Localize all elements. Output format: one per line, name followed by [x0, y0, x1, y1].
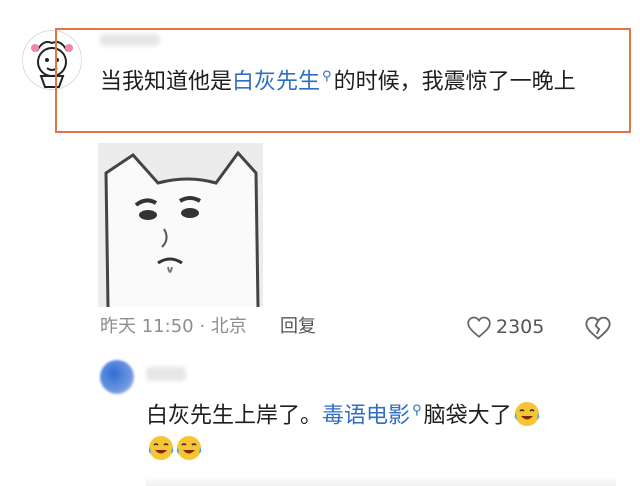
cat-sticker-image[interactable]: [98, 143, 263, 308]
reply-username-blurred[interactable]: [146, 367, 186, 381]
laughing-crying-emoji: [148, 436, 174, 461]
topic-link[interactable]: 白灰先生: [232, 69, 320, 94]
comment-time-location: 昨天 11:50 · 北京: [100, 316, 247, 337]
reply-text-after: 脑袋大了: [423, 403, 512, 429]
reply-text: 白灰先生上岸了。毒语电影 ⚲脑袋大了: [146, 394, 616, 467]
search-icon[interactable]: ⚲: [322, 58, 332, 96]
like-count: 2305: [496, 316, 545, 338]
next-row-cutoff: [146, 476, 616, 486]
search-icon[interactable]: ⚲: [412, 394, 422, 428]
laughing-crying-emoji: [514, 402, 539, 427]
reply-topic-link[interactable]: 毒语电影: [322, 403, 410, 428]
laughing-crying-emoji: [176, 436, 202, 461]
cat-face-icon: [98, 143, 263, 308]
reply-avatar[interactable]: [100, 360, 134, 394]
reply-button[interactable]: 回复: [280, 314, 316, 340]
comment-text-after: 的时候，我震惊了一晚上: [333, 69, 576, 95]
heart-outline-icon[interactable]: [466, 314, 492, 340]
reply-text-before: 白灰先生上岸了。: [146, 403, 323, 429]
comment-text-before: 当我知道他是: [100, 69, 233, 95]
broken-heart-icon[interactable]: [584, 314, 612, 342]
comment-text: 当我知道他是白灰先生 ⚲的时候，我震惊了一晚上: [100, 58, 615, 101]
